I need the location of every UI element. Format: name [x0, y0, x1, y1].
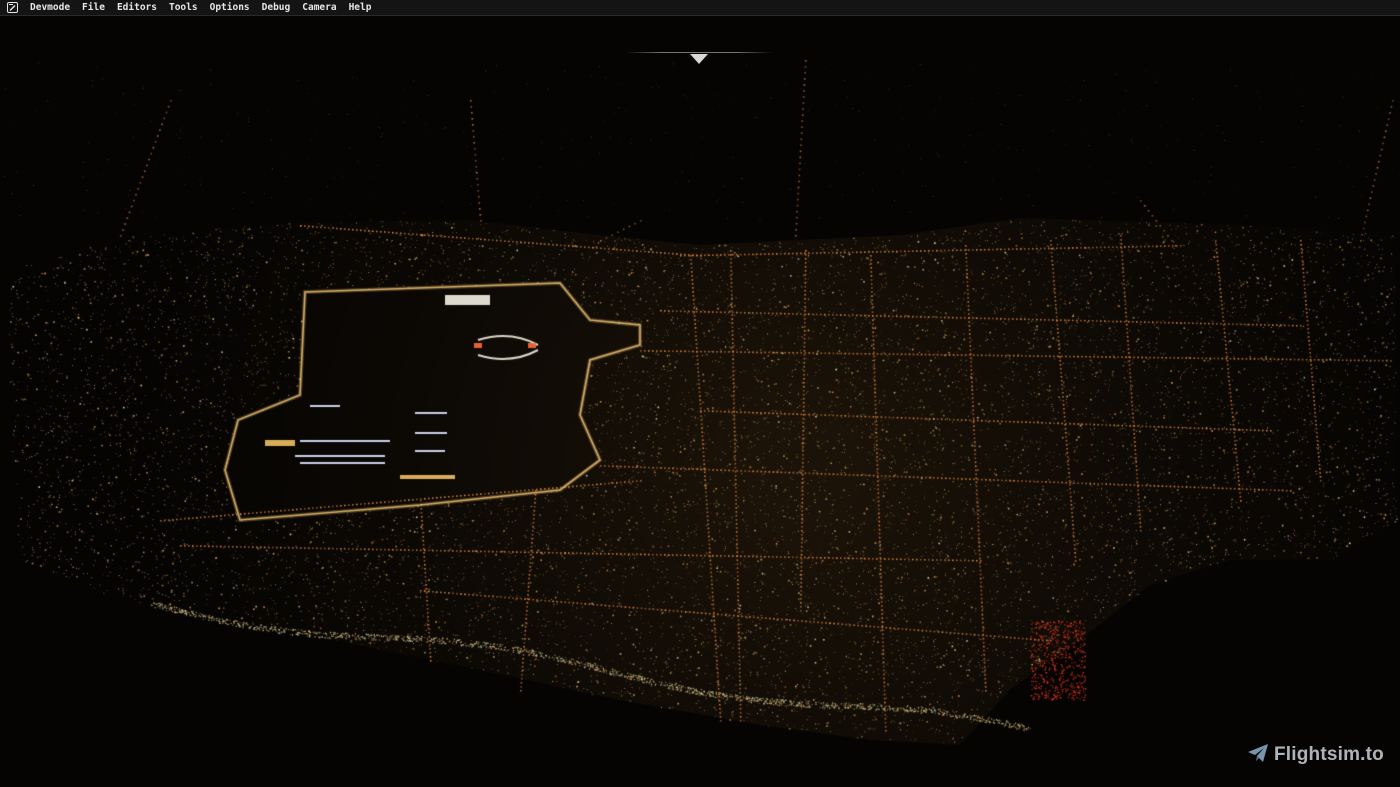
menu-options[interactable]: Options: [204, 0, 256, 16]
watermark-text: Flightsim.to: [1273, 744, 1384, 765]
menu-camera[interactable]: Camera: [296, 0, 342, 16]
devmode-icon[interactable]: [6, 2, 18, 14]
menu-debug[interactable]: Debug: [256, 0, 297, 16]
devmode-menu-bar: Devmode File Editors Tools Options Debug…: [0, 0, 1400, 16]
heading-caret-icon: [690, 54, 708, 64]
menu-editors[interactable]: Editors: [111, 0, 163, 16]
scene-viewport[interactable]: [0, 0, 1400, 787]
menu-tools[interactable]: Tools: [163, 0, 204, 16]
heading-tape: [625, 52, 773, 53]
menu-file[interactable]: File: [76, 0, 111, 16]
paper-plane-icon: [1247, 743, 1269, 767]
menu-devmode[interactable]: Devmode: [24, 0, 76, 16]
flightsim-watermark: Flightsim.to: [1247, 743, 1384, 767]
menu-help[interactable]: Help: [343, 0, 378, 16]
